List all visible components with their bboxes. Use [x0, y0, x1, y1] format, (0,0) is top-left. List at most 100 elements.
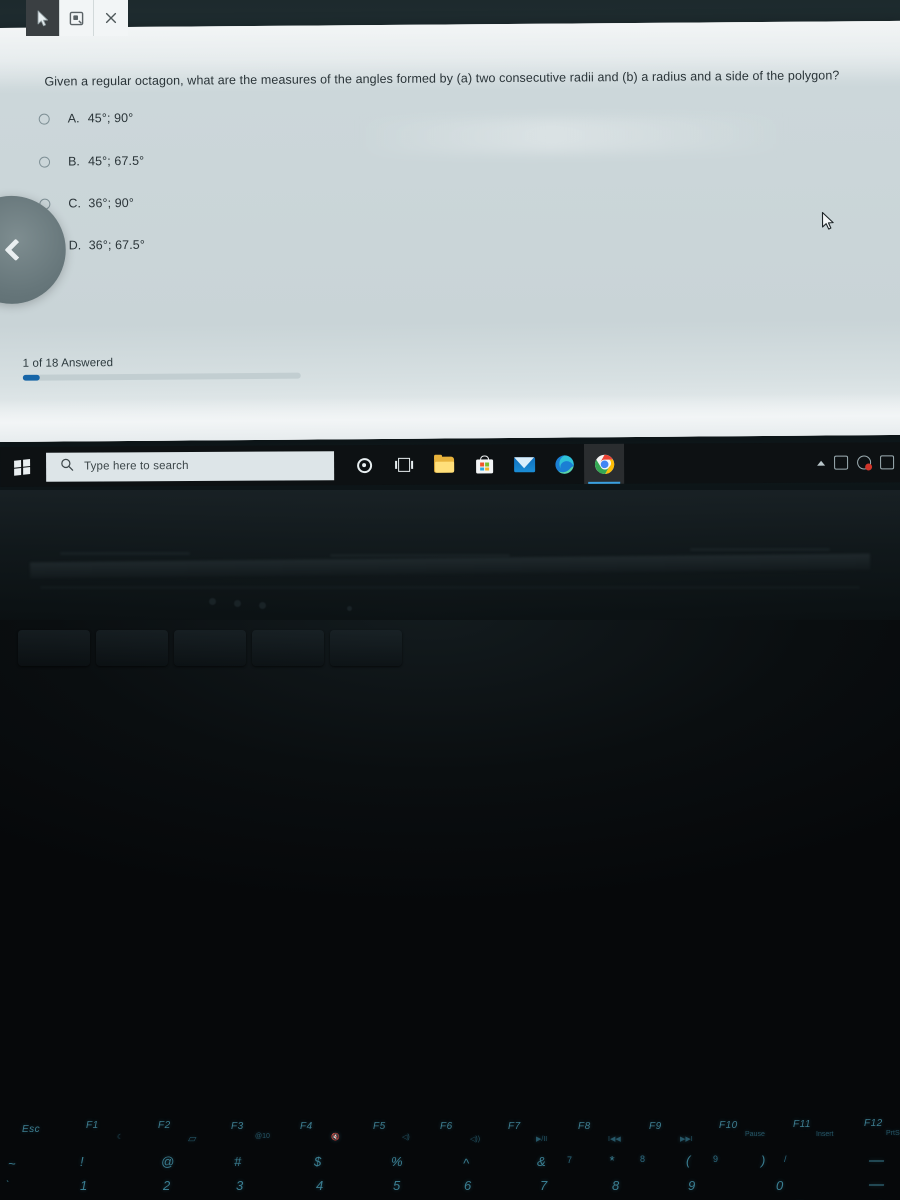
key-esc[interactable]: Esc [22, 1124, 40, 1135]
keycap[interactable] [18, 630, 90, 666]
key-f11-sub: Insert [816, 1131, 834, 1138]
laptop-keyboard: Esc F1 ☾ F2 ▱ F3 @10 F4 🔇 F5 ◁) F6 ◁)) F… [0, 490, 900, 1200]
deck-vent [60, 552, 190, 555]
key-f12[interactable]: F12 [864, 1118, 883, 1129]
key-f6[interactable]: F6 [440, 1121, 453, 1132]
key-f2[interactable]: F2 [158, 1120, 171, 1131]
key-f10[interactable]: F10 [719, 1120, 738, 1131]
answer-choice-c[interactable]: C. 36°; 90° [39, 196, 134, 211]
radio-button-b[interactable] [39, 156, 51, 168]
key-paren-close[interactable]: ) [761, 1153, 765, 1168]
edge-icon [554, 454, 574, 474]
key-f2-icon: ▱ [188, 1133, 197, 1145]
key-f6-icon: ◁)) [470, 1136, 481, 1143]
mouse-cursor [821, 211, 834, 230]
key-1[interactable]: 1 [80, 1178, 87, 1193]
key-4[interactable]: 4 [316, 1178, 323, 1193]
search-icon [60, 457, 74, 476]
page-bottom-edge [0, 392, 900, 442]
laptop-screen: Given a regular octagon, what are the me… [0, 0, 900, 490]
windows-taskbar: Type here to search [0, 442, 900, 487]
keycap[interactable] [330, 630, 402, 666]
key-f8[interactable]: F8 [578, 1121, 591, 1132]
key-exclam[interactable]: ! [80, 1154, 84, 1169]
key-f5-icon: ◁) [402, 1134, 410, 1141]
taskbar-item-microsoft-edge[interactable] [544, 444, 584, 484]
key-f1[interactable]: F1 [86, 1120, 99, 1131]
key-f3[interactable]: F3 [231, 1121, 244, 1132]
start-button[interactable] [0, 447, 44, 487]
quiz-page-viewport: Given a regular octagon, what are the me… [0, 20, 900, 442]
taskbar-search-box[interactable]: Type here to search [46, 450, 335, 482]
key-f8-icon: I◀◀ [608, 1136, 621, 1143]
key-at[interactable]: @ [161, 1154, 174, 1169]
key-8-numpad: 8 [640, 1154, 646, 1164]
key-0[interactable]: 0 [776, 1178, 783, 1193]
system-tray [817, 455, 900, 471]
key-f9[interactable]: F9 [649, 1121, 662, 1132]
key-backtick[interactable]: ` [6, 1180, 9, 1191]
deck-vent [330, 554, 510, 557]
key-asterisk[interactable]: * [609, 1153, 614, 1168]
key-3[interactable]: 3 [236, 1178, 243, 1193]
key-8[interactable]: 8 [612, 1178, 619, 1193]
key-minus[interactable]: — [869, 1176, 884, 1193]
tray-icon-app[interactable] [834, 455, 849, 470]
key-f3-icon: @10 [255, 1133, 270, 1140]
key-ampersand[interactable]: & [537, 1154, 546, 1169]
keycap[interactable] [174, 630, 246, 666]
taskbar-item-file-explorer[interactable] [424, 445, 464, 485]
annotation-toolbar [26, 0, 128, 36]
taskbar-item-google-chrome[interactable] [583, 443, 625, 484]
key-9-numpad: 9 [713, 1154, 719, 1164]
key-f4[interactable]: F4 [300, 1121, 313, 1132]
key-percent[interactable]: % [391, 1154, 403, 1169]
tray-icon-volume-muted[interactable] [857, 455, 873, 471]
screenshot-root: Esc F1 ☾ F2 ▱ F3 @10 F4 🔇 F5 ◁) F6 ◁)) F… [0, 0, 900, 1200]
choice-letter-b: B. [67, 154, 80, 169]
taskbar-item-cortana[interactable] [344, 445, 384, 485]
key-2[interactable]: 2 [163, 1178, 170, 1193]
taskbar-item-microsoft-store[interactable] [464, 444, 504, 484]
tray-icon-app-2[interactable] [880, 455, 895, 470]
key-tilde-top[interactable]: ~ [8, 1156, 16, 1171]
key-7[interactable]: 7 [540, 1178, 547, 1193]
windows-logo-icon [14, 458, 31, 476]
pointer-icon [37, 9, 48, 26]
taskbar-item-mail[interactable] [504, 444, 544, 484]
keycap[interactable] [252, 630, 324, 666]
key-f1-icon: ☾ [117, 1134, 124, 1141]
show-hidden-icons-chevron-icon[interactable] [817, 460, 826, 466]
key-f5[interactable]: F5 [373, 1121, 386, 1132]
taskbar-item-task-view[interactable] [384, 445, 424, 485]
key-f10-sub: Pause [745, 1131, 765, 1138]
deck-vent [40, 586, 860, 589]
choice-text-a: 45°; 90° [87, 110, 134, 126]
deck-vent [690, 548, 830, 551]
pointer-tool-button[interactable] [26, 0, 60, 36]
deck-indicator [259, 602, 266, 609]
answer-choice-b[interactable]: B. 45°; 67.5° [39, 154, 144, 169]
choice-letter-d: D. [68, 238, 82, 253]
key-5[interactable]: 5 [393, 1178, 400, 1193]
answer-choice-a[interactable]: A. 45°; 90° [38, 110, 134, 126]
note-tool-button[interactable] [60, 0, 94, 36]
key-f7[interactable]: F7 [508, 1121, 521, 1132]
chrome-icon [594, 454, 614, 474]
close-toolbar-button[interactable] [94, 0, 128, 36]
key-9[interactable]: 9 [688, 1178, 695, 1193]
choice-letter-c: C. [68, 196, 81, 211]
key-hash[interactable]: # [234, 1154, 241, 1169]
key-paren-open[interactable]: ( [686, 1153, 690, 1168]
key-underscore[interactable]: — [869, 1152, 884, 1169]
key-dollar[interactable]: $ [314, 1154, 321, 1169]
search-placeholder: Type here to search [84, 460, 189, 473]
key-f11[interactable]: F11 [793, 1119, 811, 1130]
choice-text-c: 36°; 90° [88, 195, 134, 211]
note-icon [69, 11, 84, 25]
keycap[interactable] [96, 630, 168, 666]
key-6[interactable]: 6 [464, 1178, 471, 1193]
key-f4-icon: 🔇 [331, 1134, 340, 1141]
key-caret[interactable]: ^ [463, 1156, 469, 1171]
radio-button-a[interactable] [38, 113, 50, 125]
